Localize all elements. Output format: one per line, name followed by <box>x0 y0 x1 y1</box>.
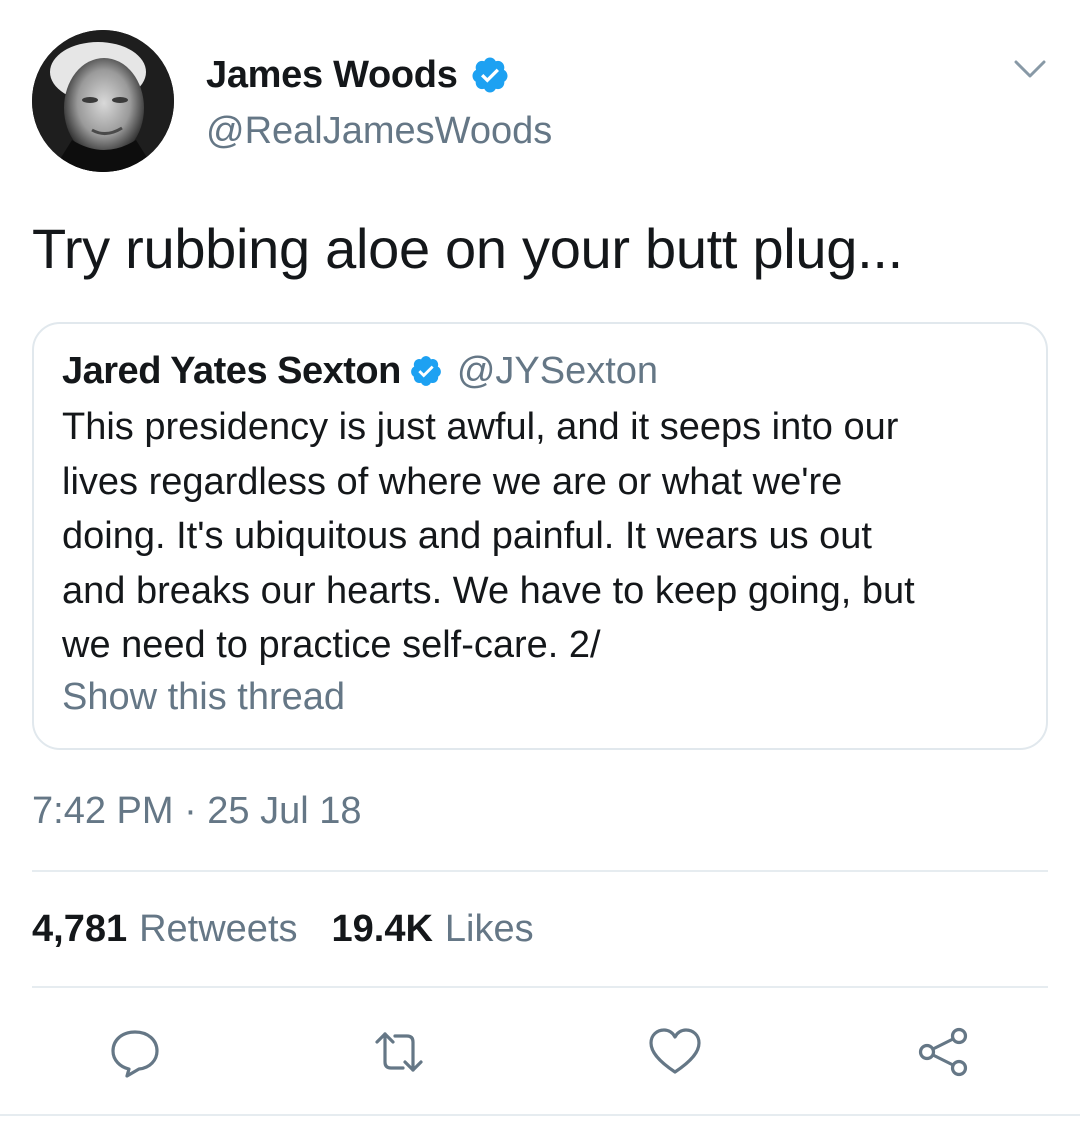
author-name[interactable]: James Woods <box>206 54 458 97</box>
retweets-label[interactable]: Retweets <box>139 908 297 951</box>
quoted-author-name: Jared Yates Sexton <box>62 349 401 392</box>
retweets-count[interactable]: 4,781 <box>32 908 127 951</box>
reply-icon[interactable] <box>107 1024 163 1080</box>
quoted-tweet-line: and breaks our hearts. We have to keep g… <box>62 569 915 612</box>
quoted-tweet-line: lives regardless of where we are or what… <box>62 460 843 503</box>
tweet-header: James Woods @RealJamesWoods <box>32 30 1048 172</box>
author-name-row[interactable]: James Woods <box>206 52 510 98</box>
quoted-tweet-text: This presidency is just awful, and it se… <box>62 400 1022 673</box>
tweet-stats: 4,781 Retweets 19.4K Likes <box>32 908 534 951</box>
retweet-icon[interactable] <box>371 1024 427 1080</box>
quoted-tweet-line: doing. It's ubiquitous and painful. It w… <box>62 515 872 557</box>
tweet-action-bar <box>0 1024 1080 1080</box>
quoted-tweet-line: we need to practice self-care. 2/ <box>62 624 601 666</box>
verified-badge-icon <box>470 55 510 95</box>
quoted-tweet-header: Jared Yates Sexton @JYSexton <box>62 348 658 394</box>
chevron-down-icon[interactable] <box>1012 56 1048 84</box>
share-icon[interactable] <box>915 1024 971 1080</box>
quoted-author-handle: @JYSexton <box>456 349 659 392</box>
quoted-tweet-card[interactable]: Jared Yates Sexton @JYSexton This presid… <box>32 322 1048 750</box>
likes-count[interactable]: 19.4K <box>332 908 433 951</box>
tweet-text: Try rubbing aloe on your butt plug... <box>32 217 903 280</box>
divider <box>32 870 1048 872</box>
bottom-divider <box>0 1114 1080 1124</box>
divider <box>32 986 1048 988</box>
avatar-image <box>32 30 174 172</box>
verified-badge-icon <box>409 354 443 388</box>
avatar[interactable] <box>32 30 174 172</box>
tweet-timestamp: 7:42 PM · 25 Jul 18 <box>32 790 362 832</box>
likes-label[interactable]: Likes <box>445 908 534 951</box>
quoted-tweet-line: This presidency is just awful, and it se… <box>62 406 899 448</box>
show-thread-link[interactable]: Show this thread <box>62 676 345 719</box>
author-handle[interactable]: @RealJamesWoods <box>206 110 552 153</box>
heart-icon[interactable] <box>647 1024 703 1080</box>
